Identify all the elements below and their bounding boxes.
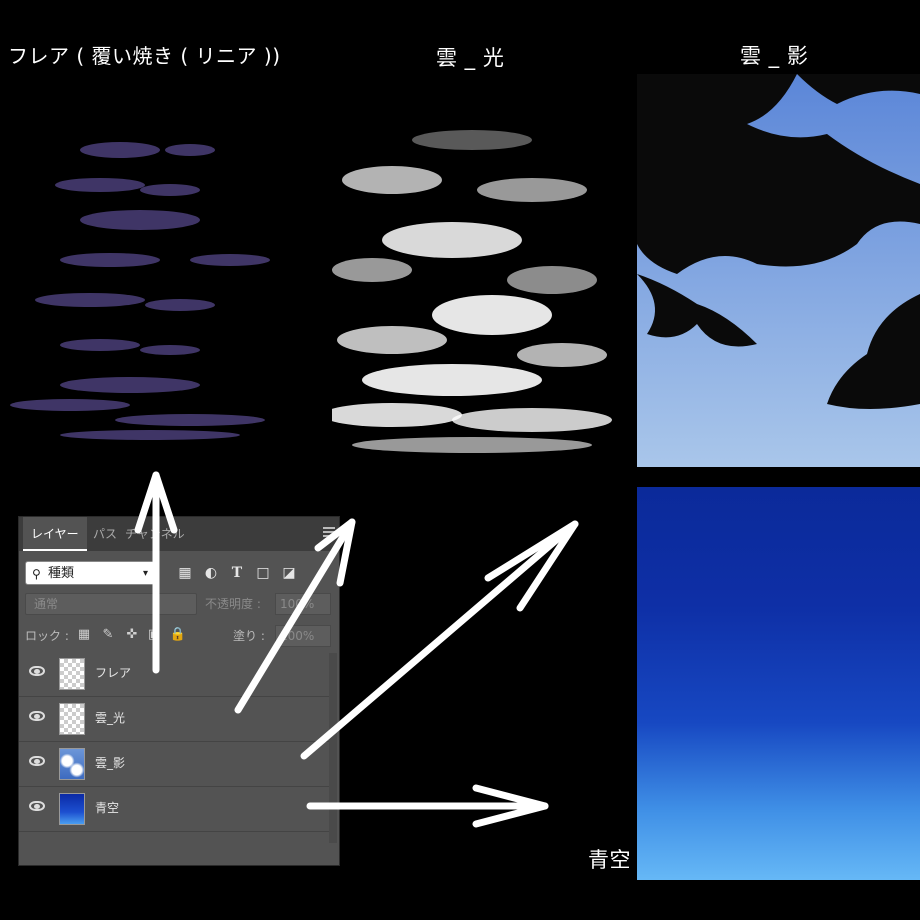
type-filter-icon[interactable]: T (227, 563, 247, 583)
lock-transparent-pixels-icon[interactable]: ▦ (75, 626, 93, 644)
layer-name: 雲_影 (95, 756, 126, 770)
opacity-field[interactable]: 100% (275, 593, 331, 615)
cloud-light-caption: 雲 _ 光 (436, 46, 505, 70)
flare-layer-preview (0, 110, 290, 460)
filter-kind-select[interactable]: ⚲ 種類 ▾ (25, 561, 155, 585)
tab-layers[interactable]: レイヤー (23, 517, 87, 551)
layer-thumbnail (59, 793, 85, 825)
fill-field[interactable]: 100% (275, 625, 331, 647)
layer-name: 雲_光 (95, 711, 126, 725)
flare-streaks-image (10, 142, 270, 440)
filter-kind-label: 種類 (48, 566, 75, 581)
lock-image-pixels-icon[interactable]: ✎ (99, 626, 117, 644)
lock-position-icon[interactable]: ✜ (123, 626, 141, 644)
tab-channels[interactable]: チャンネル (117, 517, 193, 551)
blue-sky-preview (637, 487, 920, 880)
cloud-light-image (332, 80, 612, 460)
lock-row: ロック : ▦ ✎ ✜ ▣ 🔒 塗り : 100% (25, 625, 337, 647)
layer-row-cloud-shadow[interactable]: 雲_影 (19, 743, 329, 787)
layer-name: フレア (95, 666, 132, 680)
lock-label: ロック : (25, 629, 69, 643)
image-filter-icon[interactable]: ▦ (175, 563, 195, 583)
filter-row: ⚲ 種類 ▾ ▦ ◐ T □ ◪ (25, 561, 337, 587)
layer-row-blue-sky[interactable]: 青空 (19, 788, 329, 832)
layer-row-flare[interactable]: フレア (19, 653, 329, 697)
layer-list-scrollbar[interactable] (329, 653, 337, 843)
smart-object-filter-icon[interactable]: ◪ (279, 563, 299, 583)
chevron-down-icon: ▾ (142, 568, 148, 579)
layer-row-cloud-light[interactable]: 雲_光 (19, 698, 329, 742)
visibility-eye-icon[interactable] (29, 801, 45, 811)
layer-thumbnail (59, 658, 85, 690)
visibility-eye-icon[interactable] (29, 666, 45, 676)
lock-artboard-icon[interactable]: ▣ (145, 626, 163, 644)
panel-tab-bar: レイヤー パス チャンネル (19, 517, 339, 551)
flare-caption: フレア ( 覆い焼き ( リニア )) (8, 44, 281, 68)
cloud-shadow-image (637, 74, 920, 467)
panel-menu-icon[interactable] (323, 527, 335, 537)
panel-bottom-bar (19, 847, 339, 865)
fill-label: 塗り : (233, 629, 265, 643)
blend-mode-select[interactable]: 通常 (25, 593, 197, 615)
search-icon: ⚲ (32, 567, 41, 581)
layers-panel: レイヤー パス チャンネル ⚲ 種類 ▾ ▦ ◐ T □ ◪ 通常 不透明度 :… (18, 516, 340, 866)
lock-all-icon[interactable]: 🔒 (169, 626, 187, 644)
blue-sky-caption: 青空 (588, 848, 631, 872)
visibility-eye-icon[interactable] (29, 756, 45, 766)
opacity-label: 不透明度 : (205, 597, 261, 611)
arrow-to-blue-sky (306, 784, 549, 828)
cloud-shadow-preview (637, 74, 920, 467)
cloud-shadow-caption: 雲 _ 影 (740, 44, 809, 68)
layer-thumbnail (59, 703, 85, 735)
cloud-light-preview (332, 80, 612, 460)
visibility-eye-icon[interactable] (29, 711, 45, 721)
arrow-to-cloud-shadow (300, 520, 579, 760)
adjustment-filter-icon[interactable]: ◐ (201, 563, 221, 583)
layer-thumbnail (59, 748, 85, 780)
blend-row: 通常 不透明度 : 100% (25, 593, 337, 615)
layer-name: 青空 (95, 801, 120, 815)
shape-filter-icon[interactable]: □ (253, 563, 273, 583)
